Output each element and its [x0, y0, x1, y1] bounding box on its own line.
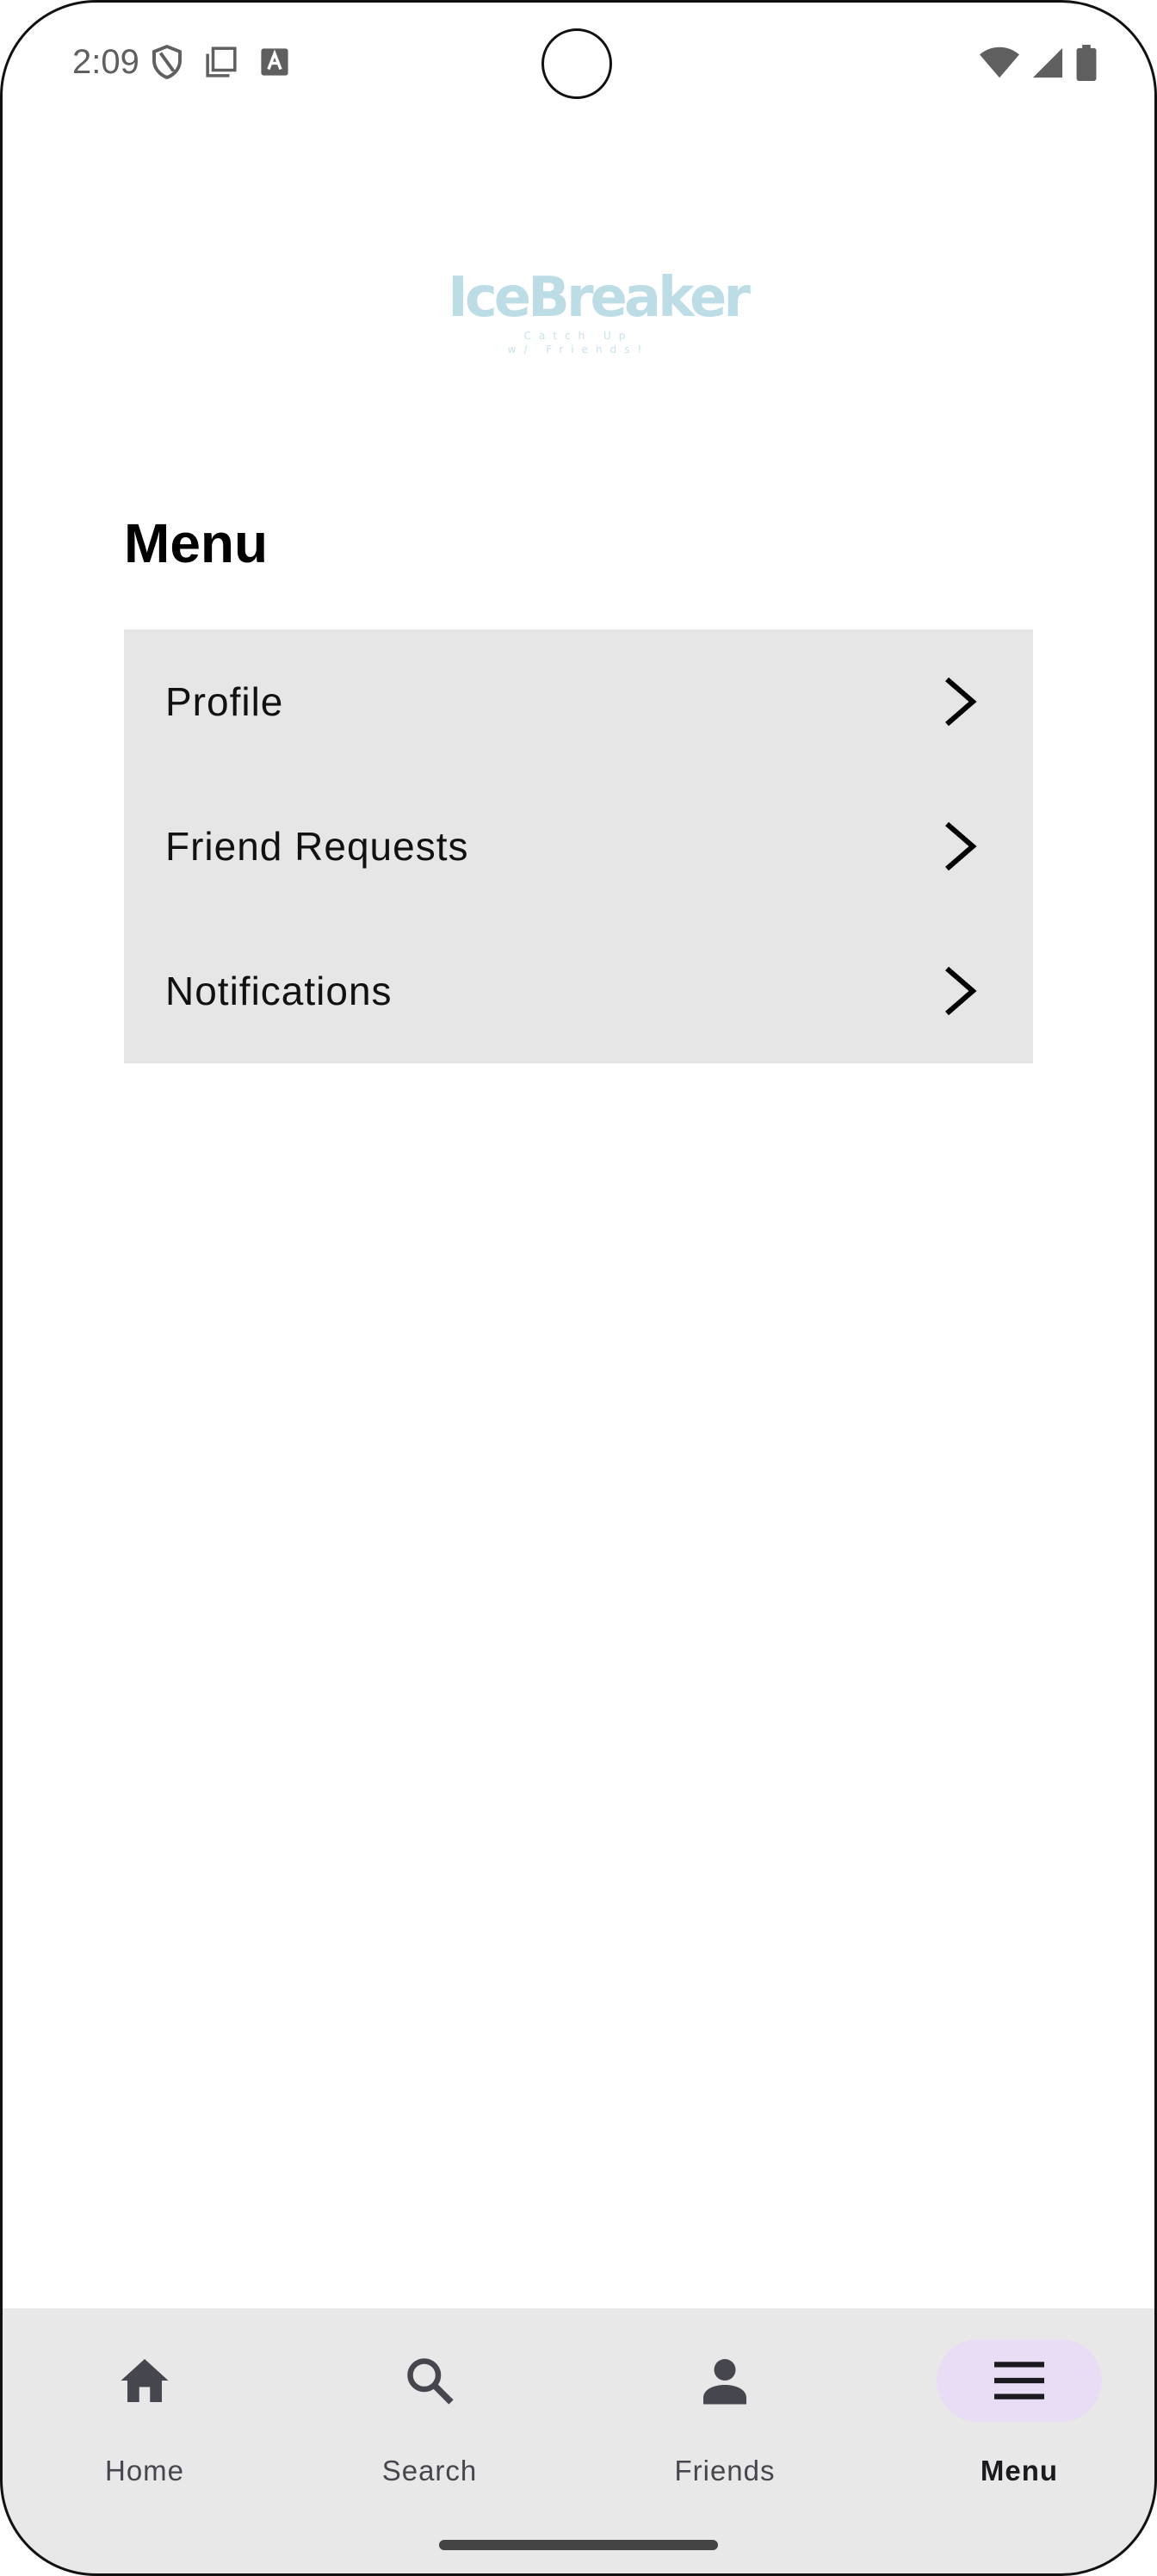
bottom-navigation: Home Search Friends Menu: [0, 2308, 1157, 2576]
menu-item-label: Friend Requests: [165, 824, 469, 869]
menu-item-label: Notifications: [165, 969, 393, 1013]
search-icon: [407, 2358, 454, 2405]
home-indicator[interactable]: [439, 2540, 718, 2550]
nav-item-friends[interactable]: Friends: [580, 2308, 869, 2515]
chevron-right-icon: [945, 677, 977, 727]
nav-label-friends: Friends: [674, 2455, 776, 2486]
camera-cutout: [541, 28, 612, 99]
nav-label-menu: Menu: [980, 2455, 1059, 2486]
menu-list: Profile Friend Requests Notifications: [124, 629, 1033, 1063]
device-frame: [0, 0, 1157, 2576]
nav-item-search[interactable]: Search: [285, 2308, 574, 2515]
nav-icon-container-active: [937, 2339, 1102, 2422]
nav-icon-container: [642, 2339, 807, 2422]
nav-item-home[interactable]: Home: [0, 2308, 289, 2515]
page-title: Menu: [124, 512, 269, 574]
app-logo: IceBreaker Catch Up w/ Friends!: [448, 266, 751, 370]
menu-item-label: Profile: [165, 679, 284, 724]
status-left-icons: [152, 45, 289, 79]
menu-item-notifications[interactable]: Notifications: [124, 919, 1033, 1063]
person-icon: [703, 2359, 746, 2405]
chevron-right-icon: [945, 821, 977, 871]
wifi-icon: [980, 46, 1019, 84]
chevron-right-icon: [945, 966, 977, 1016]
nav-item-menu[interactable]: Menu: [875, 2308, 1157, 2515]
status-time: 2:09: [72, 43, 139, 81]
menu-item-friend-requests[interactable]: Friend Requests: [124, 774, 1033, 919]
logo-title: IceBreaker: [448, 266, 751, 330]
text-a-icon: [260, 47, 289, 77]
menu-icon: [994, 2362, 1044, 2400]
status-bar: 2:09: [0, 0, 1157, 129]
logo-subtitle-line2: w/ Friends!: [507, 344, 650, 356]
clipboard-icon: [205, 46, 238, 78]
nav-label-search: Search: [381, 2455, 478, 2486]
shield-icon: [152, 45, 183, 79]
app-screen: 2:09 IceBreaker Catch Up w/ Friends! Men…: [0, 0, 1157, 2576]
home-icon: [121, 2359, 169, 2402]
menu-item-profile[interactable]: Profile: [124, 629, 1033, 774]
cellular-signal-icon: [1031, 46, 1064, 84]
battery-icon: [1076, 45, 1097, 85]
status-right-icons: [980, 45, 1097, 85]
logo-subtitle-line1: Catch Up: [523, 330, 634, 342]
nav-label-home: Home: [104, 2455, 185, 2486]
nav-icon-container: [62, 2339, 227, 2422]
nav-icon-container: [347, 2339, 512, 2422]
